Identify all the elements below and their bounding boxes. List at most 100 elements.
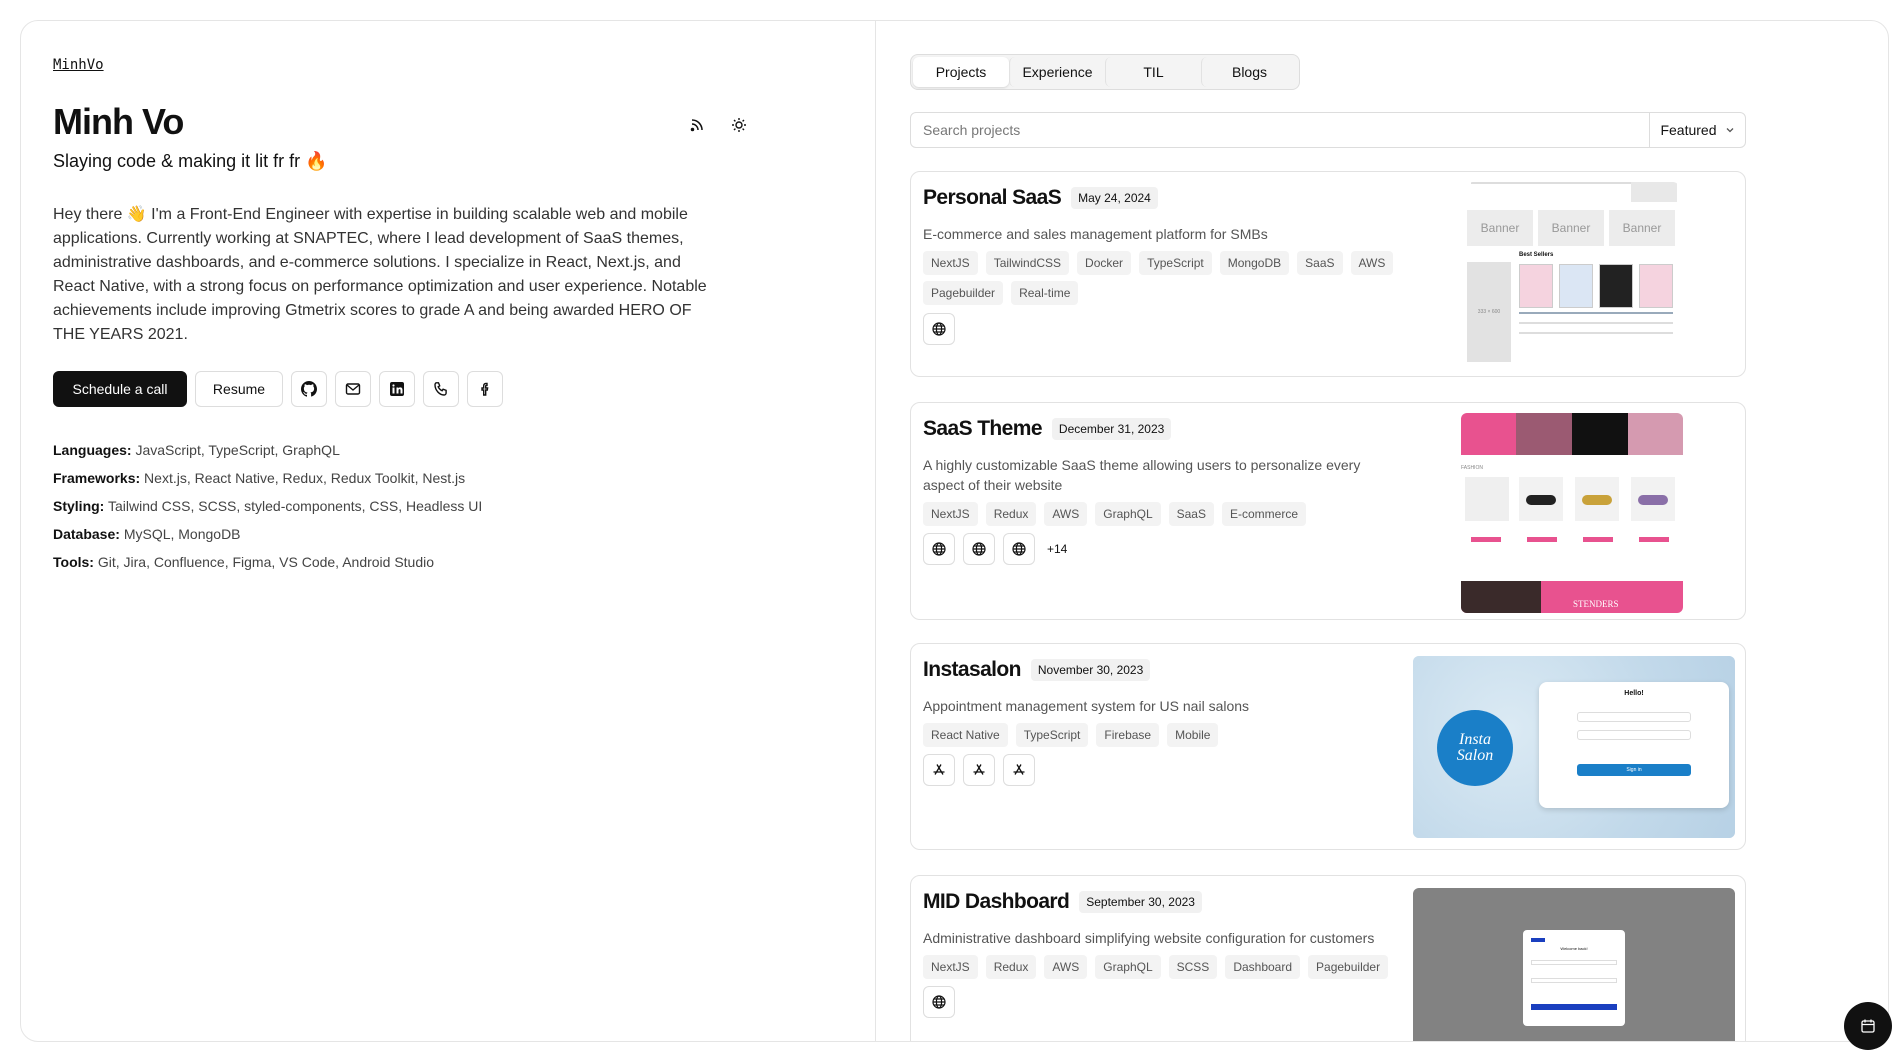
tag: NextJS	[923, 251, 978, 275]
tag: TailwindCSS	[985, 251, 1070, 275]
website-link[interactable]	[963, 533, 995, 565]
tag: SCSS	[1168, 955, 1218, 979]
facebook-icon	[481, 382, 489, 396]
skill-row: Languages: JavaScript, TypeScript, Graph…	[53, 442, 340, 458]
skills-list: Languages: JavaScript, TypeScript, Graph…	[53, 436, 482, 576]
schedule-fab[interactable]	[1844, 1002, 1892, 1050]
tag: NextJS	[923, 502, 978, 526]
app-store-icon	[933, 764, 945, 775]
globe-icon	[1012, 542, 1026, 556]
app-store-icon	[973, 764, 985, 775]
project-links	[923, 313, 955, 345]
app-store-link[interactable]	[963, 754, 995, 786]
tag-list: NextJS TailwindCSS Docker TypeScript Mon…	[923, 251, 1443, 305]
tag: Firebase	[1096, 723, 1160, 747]
tag: Pagebuilder	[923, 281, 1004, 305]
sort-select[interactable]: Featured	[1649, 113, 1745, 147]
tag: TypeScript	[1139, 251, 1212, 275]
tab-projects[interactable]: Projects	[913, 57, 1009, 87]
tag: Real-time	[1011, 281, 1079, 305]
project-date: September 30, 2023	[1079, 891, 1202, 913]
tab-blogs[interactable]: Blogs	[1201, 57, 1297, 87]
globe-icon	[932, 322, 946, 336]
tag: SaaS	[1168, 502, 1214, 526]
tag: Redux	[985, 955, 1037, 979]
globe-icon	[932, 542, 946, 556]
project-links	[923, 986, 955, 1018]
project-title: Instasalon	[923, 658, 1021, 681]
card-header: MID Dashboard September 30, 2023	[923, 890, 1202, 914]
github-icon	[301, 381, 317, 397]
mail-icon	[345, 383, 361, 395]
app-store-icon	[1013, 764, 1025, 775]
phone-button[interactable]	[423, 371, 459, 407]
tag: Redux	[985, 502, 1037, 526]
search-input[interactable]	[911, 113, 1649, 147]
calendar-icon	[1861, 1019, 1875, 1033]
tag: Mobile	[1167, 723, 1219, 747]
card-header: SaaS Theme December 31, 2023	[923, 417, 1172, 441]
tag-list: NextJS Redux AWS GraphQL SCSS Dashboard …	[923, 955, 1423, 979]
bio-text: Hey there 👋 I'm a Front-End Engineer wit…	[53, 206, 707, 343]
section-tabs: Projects Experience TIL Blogs	[910, 54, 1300, 90]
tab-experience[interactable]: Experience	[1009, 57, 1105, 87]
globe-icon	[972, 542, 986, 556]
tag-list: NextJS Redux AWS GraphQL SaaS E-commerce	[923, 502, 1443, 526]
tag-list: React Native TypeScript Firebase Mobile	[923, 723, 1403, 747]
project-card[interactable]: Personal SaaS May 24, 2024 E-commerce an…	[910, 171, 1746, 377]
tag: GraphQL	[1095, 955, 1161, 979]
app-store-link[interactable]	[1003, 754, 1035, 786]
tab-til[interactable]: TIL	[1105, 57, 1201, 87]
project-description: Administrative dashboard simplifying web…	[923, 930, 1375, 946]
project-description: E-commerce and sales management platform…	[923, 226, 1268, 242]
tag: SaaS	[1297, 251, 1343, 275]
project-screenshot: Banner Banner Banner Best Sellers 333 × …	[1467, 182, 1679, 368]
instasalon-logo: Insta Salon	[1437, 710, 1513, 786]
project-description: Appointment management system for US nai…	[923, 698, 1250, 714]
github-button[interactable]	[291, 371, 327, 407]
profile-name: Minh Vo	[53, 101, 184, 142]
resume-button[interactable]: Resume	[195, 371, 283, 407]
facebook-button[interactable]	[467, 371, 503, 407]
skill-row: Frameworks: Next.js, React Native, Redux…	[53, 470, 466, 486]
project-date: May 24, 2024	[1071, 187, 1158, 209]
chevron-down-icon	[1726, 128, 1733, 133]
project-title: Personal SaaS	[923, 186, 1062, 209]
handle-link[interactable]: MinhVo	[53, 57, 104, 73]
tag: AWS	[1350, 251, 1394, 275]
project-card[interactable]: SaaS Theme December 31, 2023 A highly cu…	[910, 402, 1746, 620]
project-links	[923, 754, 1035, 786]
tag: Pagebuilder	[1308, 955, 1389, 979]
tag: TypeScript	[1015, 723, 1089, 747]
website-link[interactable]	[923, 533, 955, 565]
email-button[interactable]	[335, 371, 371, 407]
rss-icon[interactable]	[685, 113, 709, 137]
tagline: Slaying code & making it lit fr fr 🔥	[53, 151, 328, 171]
page-frame: MinhVo Minh Vo Slaying code & making it …	[20, 20, 1889, 1042]
more-links-count[interactable]: +14	[1047, 542, 1067, 556]
tag: AWS	[1044, 955, 1088, 979]
app-store-link[interactable]	[923, 754, 955, 786]
card-header: Instasalon November 30, 2023	[923, 658, 1151, 682]
linkedin-button[interactable]	[379, 371, 415, 407]
project-links: +14	[923, 533, 1067, 565]
skill-row: Tools: Git, Jira, Confluence, Figma, VS …	[53, 554, 435, 570]
project-date: December 31, 2023	[1051, 418, 1172, 440]
project-screenshot: FASHION STENDERS	[1461, 413, 1683, 613]
card-header: Personal SaaS May 24, 2024	[923, 186, 1158, 210]
tag: Dashboard	[1225, 955, 1301, 979]
action-bar: Schedule a call Resume	[53, 371, 503, 407]
project-date: November 30, 2023	[1030, 659, 1151, 681]
project-card[interactable]: Instasalon November 30, 2023 Appointment…	[910, 643, 1746, 850]
project-card[interactable]: MID Dashboard September 30, 2023 Adminis…	[910, 875, 1746, 1041]
website-link[interactable]	[923, 313, 955, 345]
website-link[interactable]	[1003, 533, 1035, 565]
tag: GraphQL	[1095, 502, 1161, 526]
globe-icon	[932, 995, 946, 1009]
schedule-call-button[interactable]: Schedule a call	[53, 371, 187, 407]
website-link[interactable]	[923, 986, 955, 1018]
tag: AWS	[1044, 502, 1088, 526]
theme-toggle-sun-icon[interactable]	[727, 113, 751, 137]
tag: React Native	[923, 723, 1008, 747]
search-bar: Featured	[910, 112, 1746, 148]
